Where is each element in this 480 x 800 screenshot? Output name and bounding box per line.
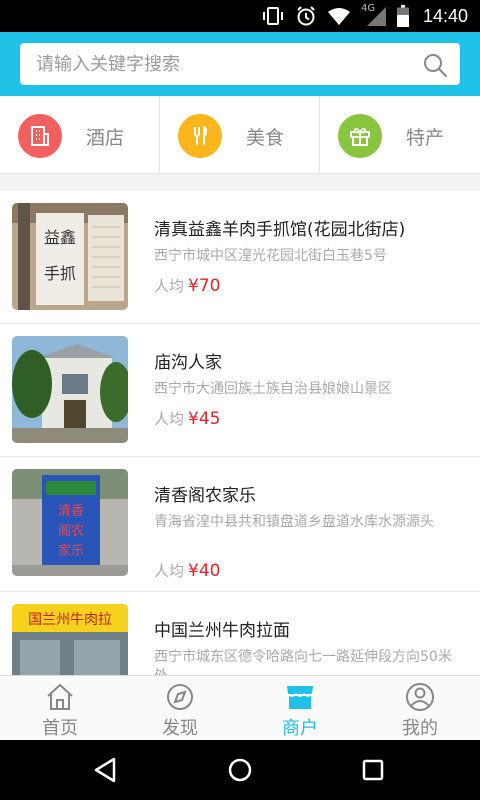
vibrate-icon — [262, 7, 283, 25]
shop-icon — [287, 686, 313, 709]
svg-text:国兰州牛肉拉: 国兰州牛肉拉 — [28, 612, 112, 628]
merchant-address: 青海省湟中县共和镇盘道乡盘道水库水源源头 — [154, 514, 434, 530]
section-divider — [0, 174, 480, 191]
svg-text:家乐: 家乐 — [58, 543, 84, 559]
tab-merchants[interactable]: 商户 — [240, 676, 360, 740]
merchant-photo — [12, 336, 128, 443]
alarm-icon — [297, 6, 315, 26]
list-item[interactable]: 益鑫 手抓 清真益鑫羊肉手抓馆(花园北街店) 西宁市城中区湟光花园北街白玉巷5号… — [0, 191, 480, 324]
tab-discover[interactable]: 发现 — [120, 676, 240, 740]
list-item[interactable]: 清香 阁农 家乐 清香阁农家乐 青海省湟中县共和镇盘道乡盘道水库水源源头 人均 ¥… — [0, 457, 480, 592]
merchant-address: 西宁市城中区湟光花园北街白玉巷5号 — [154, 248, 387, 264]
header — [0, 32, 480, 96]
category-label: 美食 — [246, 127, 285, 149]
search-icon[interactable] — [422, 52, 448, 78]
category-bar: 酒店 美食 特产 — [0, 96, 480, 174]
wifi-icon — [327, 8, 350, 25]
category-label: 酒店 — [86, 127, 125, 149]
merchant-address: 西宁市城东区德令哈路向七一路延伸段方向50米处 — [154, 649, 452, 675]
svg-text:手抓: 手抓 — [44, 264, 76, 283]
merchant-address: 西宁市大通回族土族自治县娘娘山景区 — [154, 381, 392, 397]
system-nav-bar — [0, 740, 480, 800]
merchant-photo: 国兰州牛肉拉 — [12, 604, 128, 675]
gift-icon — [338, 114, 382, 158]
category-hotel[interactable]: 酒店 — [0, 96, 160, 174]
status-time: 14:40 — [422, 5, 468, 26]
price-value: ¥45 — [188, 409, 221, 429]
compass-icon — [167, 684, 193, 710]
profile-icon — [406, 683, 434, 711]
price-row: 人均 ¥45 — [154, 408, 220, 429]
home-icon — [47, 683, 73, 710]
category-label: 特产 — [406, 127, 445, 149]
svg-text:益鑫: 益鑫 — [44, 228, 76, 247]
price-label: 人均 — [154, 562, 185, 580]
list-item[interactable]: 国兰州牛肉拉 中国兰州牛肉拉面 西宁市城东区德令哈路向七一路延伸段方向50米处 — [0, 592, 480, 675]
tab-label: 发现 — [162, 718, 198, 739]
list-item[interactable]: 庙沟人家 西宁市大通回族土族自治县娘娘山景区 人均 ¥45 — [0, 324, 480, 457]
category-food[interactable]: 美食 — [160, 96, 320, 174]
merchant-name: 中国兰州牛肉拉面 — [154, 621, 290, 641]
battery-icon — [396, 5, 409, 27]
price-label: 人均 — [154, 410, 185, 428]
tab-home[interactable]: 首页 — [0, 676, 120, 740]
price-row: 人均 ¥40 — [154, 560, 220, 581]
home-button-icon[interactable] — [224, 754, 256, 786]
price-value: ¥70 — [188, 276, 221, 296]
merchant-photo: 清香 阁农 家乐 — [12, 469, 128, 576]
merchant-name: 庙沟人家 — [154, 353, 222, 373]
status-bar: 4G 14:40 — [0, 0, 480, 32]
bottom-tab-bar: 首页 发现 商户 我的 — [0, 675, 480, 740]
search-bar — [20, 43, 460, 85]
price-value: ¥40 — [188, 561, 221, 581]
building-icon — [18, 114, 62, 158]
tab-label: 商户 — [282, 718, 318, 739]
cellular-signal-icon: 4G — [361, 3, 387, 27]
merchant-list: 益鑫 手抓 清真益鑫羊肉手抓馆(花园北街店) 西宁市城中区湟光花园北街白玉巷5号… — [0, 191, 480, 675]
tab-label: 首页 — [42, 718, 78, 739]
svg-text:阁农: 阁农 — [58, 524, 84, 539]
price-label: 人均 — [154, 277, 185, 295]
merchant-name: 清真益鑫羊肉手抓馆(花园北街店) — [154, 220, 406, 240]
category-specialty[interactable]: 特产 — [320, 96, 480, 174]
merchant-name: 清香阁农家乐 — [154, 486, 256, 506]
price-row: 人均 ¥70 — [154, 275, 220, 296]
recents-icon[interactable] — [357, 754, 389, 786]
back-icon[interactable] — [90, 754, 122, 786]
fork-knife-icon — [178, 114, 222, 158]
tab-profile[interactable]: 我的 — [360, 676, 480, 740]
tab-label: 我的 — [402, 718, 438, 739]
svg-text:清香: 清香 — [58, 504, 84, 519]
search-input[interactable] — [20, 43, 415, 85]
merchant-photo: 益鑫 手抓 — [12, 203, 128, 310]
